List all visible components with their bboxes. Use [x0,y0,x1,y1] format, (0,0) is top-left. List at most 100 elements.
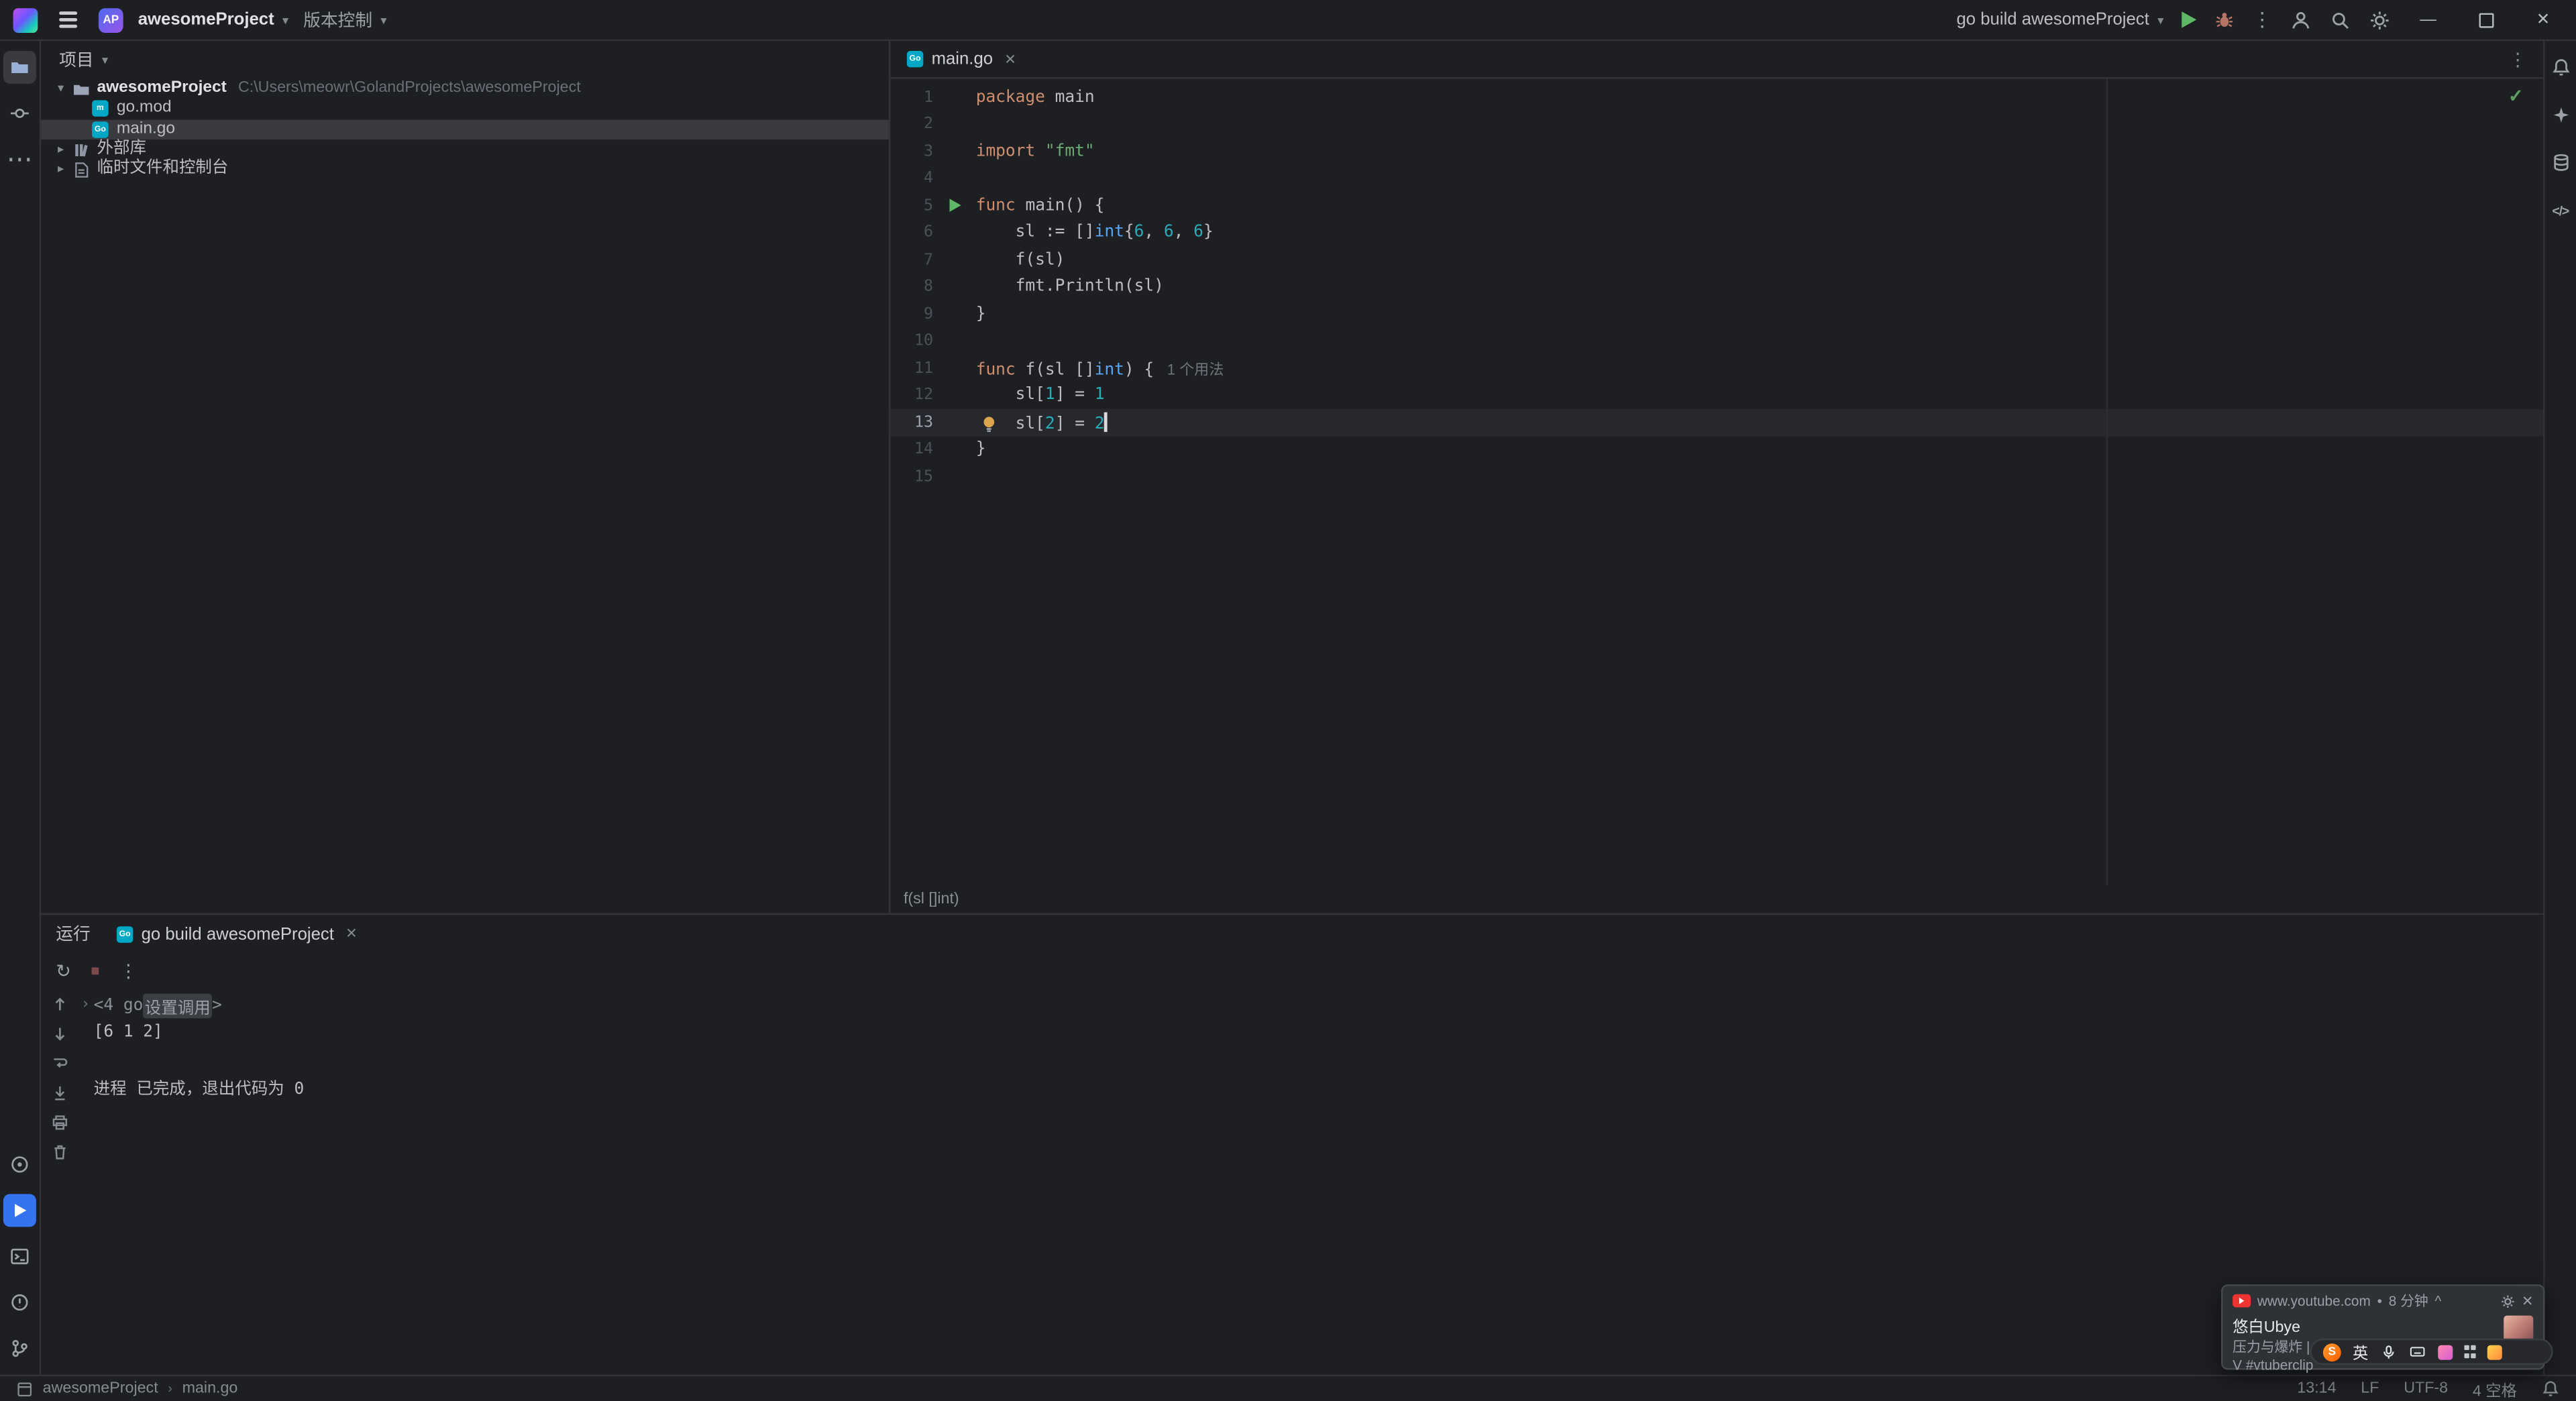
code-line[interactable]: 3 import "fmt" [890,138,2543,165]
status-line-separator[interactable]: LF [2361,1380,2379,1398]
tab-options-icon[interactable]: ⋮ [2492,48,2543,70]
soft-wrap-icon[interactable] [48,1053,70,1074]
close-button[interactable]: ✕ [2524,11,2563,29]
line-number: 9 [923,304,934,323]
notifications-bell-icon[interactable] [2544,51,2576,84]
usages-inlay-hint[interactable]: 1 个用法 [1167,361,1224,377]
code-lines: 1 package main 2 3 import "fmt" 4 5 func main()… [890,84,2544,490]
ime-toolbar[interactable]: S 英 [2310,1338,2553,1365]
rerun-icon[interactable]: ↻ [56,960,71,981]
close-tab-icon[interactable]: ✕ [345,925,357,943]
skin-icon[interactable] [2487,1344,2502,1359]
chevron-right-icon[interactable]: ▸ [51,160,70,180]
microphone-icon[interactable] [2379,1343,2396,1361]
code-line[interactable]: 11 func f(sl []int) {1 个用法 [890,355,2543,382]
fold-expander-icon[interactable]: › [77,997,93,1013]
token: func [975,361,1016,380]
code-line[interactable]: 15 [890,463,2543,490]
status-encoding[interactable]: UTF-8 [2404,1380,2448,1398]
run-tab[interactable]: Go go build awesomeProject ✕ [116,924,358,944]
code-line[interactable]: 4 [890,165,2543,192]
vcs-widget[interactable]: 版本控制 ▾ [303,7,386,32]
intention-bulb-icon[interactable] [981,415,997,433]
debug-button[interactable] [2214,10,2234,30]
maximize-button[interactable] [2466,12,2506,27]
run-tool-icon[interactable] [3,1194,36,1227]
sogou-logo-icon[interactable]: S [2322,1343,2341,1361]
token: 1 [1044,386,1055,405]
database-icon[interactable] [2544,146,2576,179]
console-output[interactable]: › <4 go 设置调用 > [6 1 2] 进程 已完成，退出代码为 0 [77,989,2543,1375]
project-panel-header[interactable]: 项目 ▾ [41,41,889,78]
tree-item[interactable]: ▸ 外部库 [41,139,889,160]
project-widget[interactable]: awesomeProject ▾ [138,10,288,30]
run-button[interactable] [2182,11,2197,28]
problems-icon[interactable] [3,1286,36,1319]
text-caret [1104,412,1108,432]
commit-icon[interactable] [3,97,36,129]
code-line[interactable]: 6 sl := []int{6, 6, 6} [890,219,2543,246]
chevron-down-icon[interactable]: ▾ [51,79,70,99]
prev-occurrence-icon[interactable] [48,994,70,1015]
run-line-icon[interactable] [949,199,961,213]
code-line[interactable]: 13 sl[2] = 2 [890,408,2544,437]
notification-header: www.youtube.com • 8 分钟 ^ ✕ [2233,1291,2533,1310]
code-line[interactable]: 7 f(sl) [890,246,2543,273]
code-text: f(sl) [976,251,2543,269]
toolbox-grid-icon[interactable] [2463,1345,2476,1358]
print-icon[interactable] [48,1112,70,1133]
search-icon[interactable] [2330,9,2351,30]
close-tab-icon[interactable]: ✕ [1004,50,1016,68]
scroll-to-end-icon[interactable] [48,1082,70,1104]
code-line[interactable]: 14} [890,436,2543,463]
services-icon[interactable] [3,1148,36,1181]
run-panel-title[interactable]: 运行 [56,921,90,946]
code-line[interactable]: 8 fmt.Println(sl) [890,274,2543,300]
settings-gear-icon[interactable] [2369,9,2390,30]
collapse-icon[interactable]: ^ [2435,1292,2442,1308]
ime-mode-indicator[interactable]: 英 [2353,1340,2368,1363]
stop-icon[interactable]: ■ [91,962,99,978]
minimize-button[interactable]: — [2408,11,2448,29]
code-line[interactable]: 12 sl[1] = 1 [890,382,2543,408]
keyboard-icon[interactable] [2408,1343,2426,1359]
vcs-branch-icon[interactable] [3,1332,36,1365]
code-line[interactable]: 10 [890,328,2543,355]
chevron-right-icon[interactable]: ▸ [51,139,70,160]
status-indent[interactable]: 4 空格 [2473,1377,2517,1400]
next-occurrence-icon[interactable] [48,1023,70,1045]
more-tool-windows-icon[interactable]: ⋯ [3,143,36,176]
code-editor[interactable]: ✓ 1 package main 2 3 import "fmt" 4 5 func main… [890,78,2544,886]
console-text: 设置调用 [143,993,213,1018]
status-cursor-position[interactable]: 13:14 [2297,1380,2336,1398]
status-breadcrumb-project[interactable]: awesomeProject [43,1380,158,1398]
token: "fmt" [1044,142,1095,161]
more-actions-icon[interactable]: ⋮ [2253,8,2272,31]
project-tool-icon[interactable] [3,50,36,84]
code-line[interactable]: 9} [890,300,2543,327]
ai-assistant-icon[interactable] [2544,99,2576,131]
tab-main-go[interactable]: Go main.go ✕ [890,41,1032,77]
more-options-icon[interactable]: ⋮ [119,960,138,981]
chevron-down-icon: ▾ [282,12,289,27]
clear-console-icon[interactable] [48,1141,70,1163]
code-line[interactable]: 5 func main() { [890,192,2543,219]
status-breadcrumb-file[interactable]: main.go [182,1380,238,1398]
code-line[interactable]: 1 package main [890,84,2543,111]
breadcrumb[interactable]: f(sl []int) [904,890,959,908]
terminal-icon[interactable] [3,1240,36,1273]
notification-settings-icon[interactable] [2500,1294,2515,1308]
tree-item[interactable]: m go.mod [41,99,889,119]
notification-close-icon[interactable]: ✕ [2522,1292,2533,1310]
code-line[interactable]: 2 [890,111,2543,137]
endpoints-icon[interactable]: </> [2544,194,2576,227]
run-config-selector[interactable]: go build awesomeProject ▾ [1957,10,2164,30]
tree-item[interactable]: ▸ 临时文件和控制台 [41,160,889,180]
tree-item[interactable]: Go main.go [41,119,889,139]
main-menu-icon[interactable] [52,7,84,33]
user-icon[interactable] [2290,9,2312,30]
sticker-icon[interactable] [2437,1344,2453,1359]
notifications-bell-icon[interactable] [2542,1380,2560,1398]
tree-item[interactable]: ▾ awesomeProject C:\Users\meowr\GolandProj… [41,79,889,99]
goland-logo-icon [13,7,38,32]
